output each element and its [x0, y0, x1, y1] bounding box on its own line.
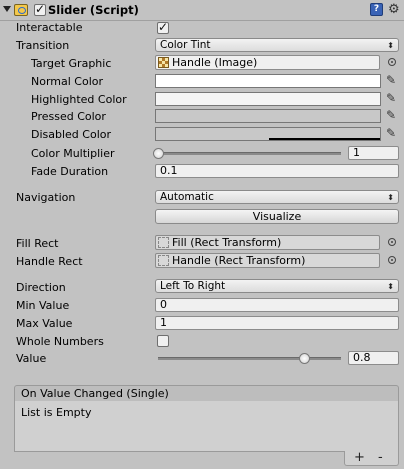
handle-rect-value: Handle (Rect Transform): [172, 254, 306, 267]
component-title: Slider (Script): [48, 3, 139, 17]
object-picker-icon[interactable]: [388, 238, 396, 246]
navigation-dropdown[interactable]: Automatic ⬍: [155, 190, 399, 204]
on-value-changed-list: List is Empty: [14, 401, 399, 452]
direction-label: Direction: [16, 281, 66, 294]
target-graphic-label: Target Graphic: [31, 57, 112, 70]
eyedropper-icon[interactable]: ✎: [386, 91, 398, 105]
pressed-color-label: Pressed Color: [31, 110, 106, 123]
list-empty-text: List is Empty: [21, 406, 92, 419]
target-graphic-value: Handle (Image): [172, 56, 258, 69]
gear-icon[interactable]: ⚙: [388, 3, 401, 16]
max-value-input[interactable]: 1: [155, 316, 399, 330]
color-multiplier-input[interactable]: 1: [348, 146, 399, 160]
dropdown-arrow-icon: ⬍: [387, 193, 394, 202]
transition-dropdown[interactable]: Color Tint ⬍: [155, 38, 399, 52]
min-value-label: Min Value: [16, 299, 70, 312]
add-event-button[interactable]: +: [354, 451, 365, 464]
fade-duration-label: Fade Duration: [31, 165, 109, 178]
alpha-bar: [269, 138, 380, 140]
rect-transform-icon: [158, 237, 169, 248]
transition-value: Color Tint: [160, 39, 211, 51]
navigation-value: Automatic: [160, 191, 214, 203]
highlighted-color-label: Highlighted Color: [31, 93, 127, 106]
pressed-color-swatch[interactable]: [155, 109, 381, 123]
eyedropper-icon[interactable]: ✎: [386, 73, 398, 87]
min-value-input[interactable]: 0: [155, 298, 399, 312]
help-book-icon[interactable]: ?: [370, 3, 383, 16]
whole-numbers-label: Whole Numbers: [16, 335, 104, 348]
normal-color-label: Normal Color: [31, 75, 104, 88]
value-slider-track[interactable]: [158, 357, 341, 360]
rect-transform-icon: [158, 255, 169, 266]
color-multiplier-thumb[interactable]: [153, 148, 164, 159]
visualize-button[interactable]: Visualize: [155, 209, 399, 224]
component-enabled-checkbox[interactable]: [34, 2, 46, 16]
fade-duration-input[interactable]: 0.1: [155, 164, 399, 178]
on-value-changed-header: On Value Changed (Single): [14, 385, 399, 402]
remove-event-button[interactable]: -: [378, 451, 383, 464]
interactable-checkbox[interactable]: [157, 20, 169, 34]
value-input[interactable]: 0.8: [348, 351, 399, 365]
fill-rect-label: Fill Rect: [16, 237, 59, 250]
object-picker-icon[interactable]: [388, 58, 396, 66]
event-list-footer: + -: [344, 451, 399, 466]
component-header: Slider (Script) ? ⚙: [0, 0, 404, 21]
image-icon: [158, 57, 169, 68]
transition-label: Transition: [16, 39, 70, 52]
color-multiplier-track[interactable]: [158, 152, 341, 155]
eyedropper-icon[interactable]: ✎: [386, 126, 398, 140]
max-value-label: Max Value: [16, 317, 73, 330]
navigation-label: Navigation: [16, 191, 76, 204]
object-picker-icon[interactable]: [388, 256, 396, 264]
dropdown-arrow-icon: ⬍: [387, 282, 394, 291]
script-icon: [14, 4, 28, 16]
disabled-color-swatch[interactable]: [155, 127, 381, 141]
value-label: Value: [16, 352, 47, 365]
direction-value: Left To Right: [160, 280, 226, 292]
fill-rect-field[interactable]: Fill (Rect Transform): [155, 235, 380, 250]
highlighted-color-swatch[interactable]: [155, 92, 381, 106]
eyedropper-icon[interactable]: ✎: [386, 108, 398, 122]
foldout-arrow-icon[interactable]: [3, 6, 11, 12]
target-graphic-field[interactable]: Handle (Image): [155, 55, 380, 70]
value-slider-thumb[interactable]: [299, 353, 310, 364]
disabled-color-label: Disabled Color: [31, 128, 112, 141]
dropdown-arrow-icon: ⬍: [387, 41, 394, 50]
normal-color-swatch[interactable]: [155, 74, 381, 88]
direction-dropdown[interactable]: Left To Right ⬍: [155, 279, 399, 293]
color-multiplier-label: Color Multiplier: [31, 147, 115, 160]
fill-rect-value: Fill (Rect Transform): [172, 236, 282, 249]
whole-numbers-checkbox[interactable]: [157, 335, 169, 347]
handle-rect-field[interactable]: Handle (Rect Transform): [155, 253, 380, 268]
handle-rect-label: Handle Rect: [16, 255, 83, 268]
interactable-label: Interactable: [16, 21, 83, 34]
